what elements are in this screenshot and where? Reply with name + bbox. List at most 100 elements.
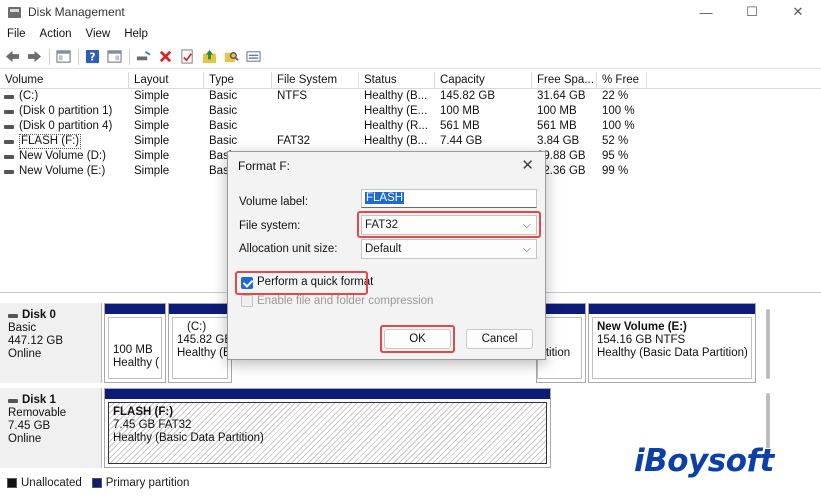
partition-disk0-c[interactable]: (C:) 145.82 GB Healthy (B [168,303,232,383]
partition-status: rtition [542,347,571,359]
menu-action[interactable]: Action [40,28,72,40]
volume-label-input[interactable]: FLASH [361,189,537,208]
column-header-volume[interactable]: Volume [0,72,129,88]
volume-name: (C:) [19,90,39,102]
format-dialog: Format F: ✕ Volume label: FLASH File sys… [227,151,546,360]
connect-disk-icon[interactable] [133,47,153,67]
percent-free-cell: 22 % [602,90,629,102]
partition-status: Healthy (Basic Data Partition) [113,432,264,444]
volume-name: FLASH (F:) [19,134,82,149]
type-cell: Basic [209,120,238,132]
menu-help[interactable]: Help [124,28,148,40]
toolbar: ? [0,45,821,69]
table-row[interactable]: (C:) Simple Basic NTFS Healthy (B... 145… [0,89,821,104]
partition-status: Healthy (Basic Data Partition) [597,347,748,359]
allocation-unit-caption: Allocation unit size: [239,243,338,255]
disk-icon [8,313,18,318]
window-title: Disk Management [28,5,125,19]
partition-size: 7.45 GB FAT32 [113,419,192,431]
disk-1-name: Disk 1 [22,394,56,406]
legend-unallocated: Unallocated [21,477,82,489]
file-system-cell [272,104,359,119]
maximize-button[interactable]: ☐ [729,0,775,24]
delete-icon[interactable] [155,47,175,67]
minimize-button[interactable]: — [683,0,729,24]
console-tree-icon[interactable] [53,47,73,67]
toolbar-separator [49,48,50,65]
layout-cell: Simple [134,150,170,162]
window-controls: — ☐ ✕ [683,0,821,24]
column-header-status[interactable]: Status [359,72,435,88]
drive-icon [4,154,14,159]
table-row-selected[interactable]: FLASH (F:) Simple Basic FAT32 Healthy (B… [0,134,821,149]
partition-info: FLASH (F:) 7.45 GB FAT32 Healthy (Basic … [108,402,547,464]
capacity-cell: 100 MB [440,105,480,117]
properties-pane-icon[interactable] [104,47,124,67]
column-header-capacity[interactable]: Capacity [435,72,532,88]
partition-size: 145.82 GB [177,334,228,346]
column-header-layout[interactable]: Layout [129,72,204,88]
type-cell: Basic [209,105,238,117]
column-header-file-system[interactable]: File System [272,72,359,88]
free-space-cell: 31.64 GB [537,90,586,102]
disk-1-label[interactable]: Disk 1 Removable 7.45 GB Online [0,388,102,468]
partition-disk0-1[interactable]: 100 MB Healthy ( [104,303,166,383]
toolbar-separator [129,48,130,65]
forward-arrow-icon[interactable] [24,47,44,67]
disk-map-scrollbar[interactable] [766,309,770,379]
unallocated-swatch [7,478,17,488]
table-row[interactable]: (Disk 0 partition 4) Simple Basic Health… [0,119,821,134]
dialog-close-icon[interactable]: ✕ [521,156,534,174]
disk-0-type: Basic [8,322,37,334]
legend-primary: Primary partition [105,477,190,489]
chevron-down-icon: ⌵ [522,243,531,255]
allocation-unit-value: Default [365,243,402,255]
volume-label-caption: Volume label: [239,196,309,208]
disk-list-icon[interactable] [243,47,263,67]
drive-icon [4,109,14,114]
drive-icon [4,139,14,144]
column-header-percent-free[interactable]: % Free [597,72,647,88]
menu-view[interactable]: View [86,28,111,40]
close-window-button[interactable]: ✕ [775,0,821,24]
status-cell: Healthy (R... [364,120,428,132]
allocation-unit-dropdown[interactable]: Default ⌵ [361,239,537,259]
disk-0-label[interactable]: Disk 0 Basic 447.12 GB Online [0,303,102,383]
capacity-cell: 145.82 GB [440,90,495,102]
menu-file[interactable]: File [7,28,26,40]
percent-free-cell: 52 % [602,135,629,147]
partition-bar [169,304,231,314]
table-row[interactable]: (Disk 0 partition 1) Simple Basic Health… [0,104,821,119]
type-cell: Basic [209,90,238,102]
volume-cell: New Volume (E:) [0,164,129,179]
iboysoft-watermark-logo: iBoysoft [634,443,774,479]
check-properties-icon[interactable] [177,47,197,67]
partition-disk0-e[interactable]: New Volume (E:) 154.16 GB NTFS Healthy (… [588,303,756,383]
search-folder-icon[interactable] [221,47,241,67]
layout-cell: Simple [134,90,170,102]
status-cell: Healthy (E... [364,105,428,117]
compression-checkbox [241,295,253,307]
disk-icon [8,398,18,403]
volume-name: (Disk 0 partition 4) [19,120,113,132]
partition-status: Healthy (B [177,347,228,359]
disk-0-name-row: Disk 0 [8,309,101,322]
disk-1-type: Removable [8,407,67,419]
partition-name: FLASH (F:) [113,406,174,418]
layout-cell: Simple [134,135,170,147]
layout-cell: Simple [134,120,170,132]
file-system-cell: FAT32 [277,135,311,147]
layout-cell: Simple [134,165,170,177]
up-folder-icon[interactable] [199,47,219,67]
volume-name: (Disk 0 partition 1) [19,105,113,117]
partition-disk1-flash[interactable]: FLASH (F:) 7.45 GB FAT32 Healthy (Basic … [104,388,551,468]
cancel-button[interactable]: Cancel [466,329,533,349]
column-header-type[interactable]: Type [204,72,272,88]
help-icon[interactable]: ? [82,47,102,67]
column-header-free-space[interactable]: Free Spa... [532,72,597,88]
back-arrow-icon[interactable] [2,47,22,67]
status-cell: Healthy (B... [364,135,428,147]
drive-icon [4,94,14,99]
toolbar-separator [78,48,79,65]
disk-1-state: Online [8,433,42,445]
